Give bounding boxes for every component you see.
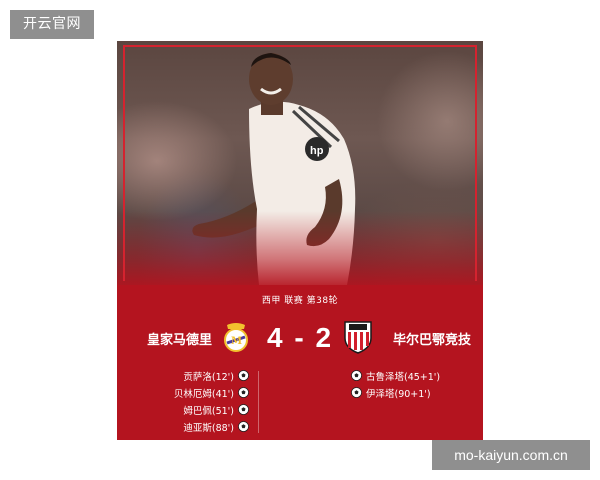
athletic-bilbao-crest-icon [344,321,372,354]
home-scorer: 贡萨洛(12') [151,367,253,384]
match-info: 西甲 联赛 第38轮 [261,296,339,306]
scorers-divider [258,371,259,433]
scorer-label: 贝林厄姆(41') [173,388,234,400]
football-icon [238,370,249,381]
scorer-label: 姆巴佩(51') [183,405,234,417]
home-scorer: 贝林厄姆(41') [151,384,253,401]
football-icon [238,387,249,398]
home-scorer: 姆巴佩(51') [151,401,253,418]
away-scorers: 古鲁泽塔(45+1') 伊泽塔(90+1') [347,367,467,401]
scorer-label: 贡萨洛(12') [183,371,234,383]
scorer-label: 迪亚斯(88') [183,422,234,434]
watermark-bottom: mo-kaiyun.com.cn [432,440,590,470]
away-scorer: 古鲁泽塔(45+1') [347,367,467,384]
match-card: hp 西甲 联赛 第38轮 皇家马德里 M 4 - 2 毕尔巴鄂竞技 贡萨洛(1… [117,41,483,440]
scorer-label: 古鲁泽塔(45+1') [366,371,441,383]
football-icon [238,421,249,432]
card-frame [123,45,477,281]
football-icon [238,404,249,415]
home-scorers: 贡萨洛(12') 贝林厄姆(41') 姆巴佩(51') 迪亚斯(88') [151,367,253,435]
away-scorer: 伊泽塔(90+1') [347,384,467,401]
football-icon [351,387,362,398]
home-scorer: 迪亚斯(88') [151,418,253,435]
watermark-top: 开云官网 [10,10,94,39]
scorer-label: 伊泽塔(90+1') [366,388,431,400]
football-icon [351,370,362,381]
away-team-name: 毕尔巴鄂竞技 [393,333,472,348]
